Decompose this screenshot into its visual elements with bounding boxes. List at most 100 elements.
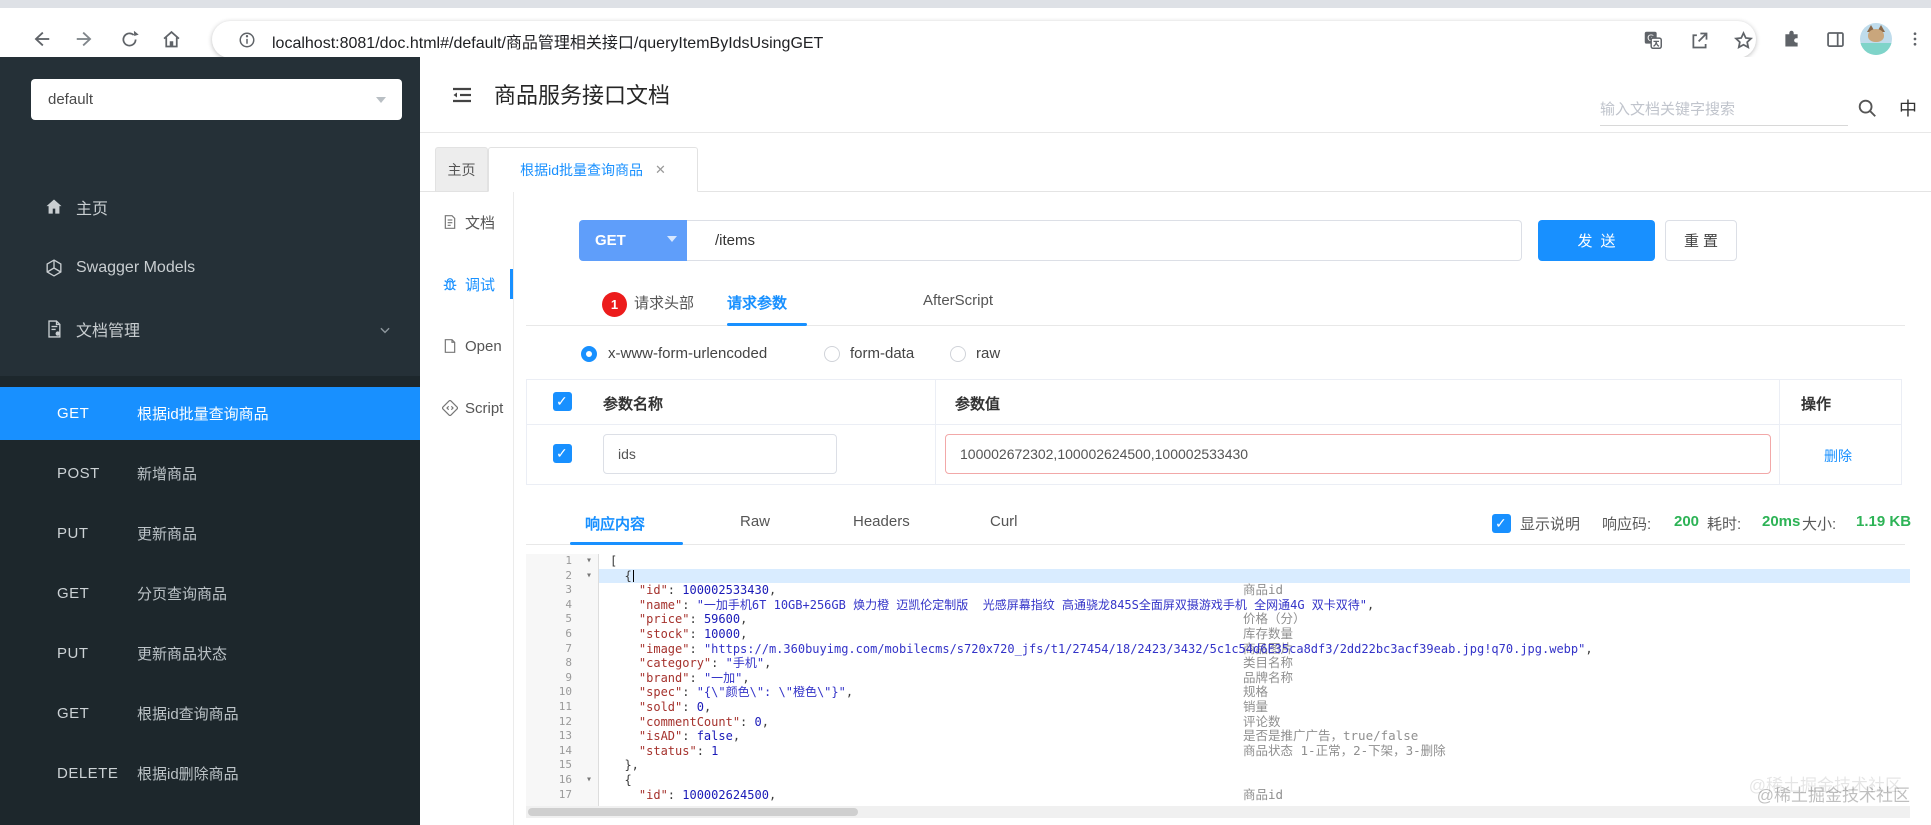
menu-fold-icon[interactable] <box>449 83 475 107</box>
doc-search-input[interactable]: 输入文档关键字搜索 <box>1600 95 1848 126</box>
tab-request-headers[interactable]: 请求头部 <box>634 292 694 313</box>
col-header-name: 参数名称 <box>603 396 664 413</box>
gutter-line-number: 12 <box>526 715 598 730</box>
search-icon[interactable] <box>1856 97 1878 119</box>
radio-x-www-form-urlencoded[interactable] <box>581 346 597 362</box>
share-icon[interactable] <box>1686 27 1712 53</box>
side-panel-icon[interactable] <box>1822 26 1848 52</box>
http-method-select[interactable]: GET <box>579 220 687 261</box>
avatar-art <box>1868 29 1884 42</box>
sidebar-api-item[interactable]: GET 分页查询商品 <box>0 567 420 620</box>
fold-arrow-icon[interactable]: ▾ <box>586 773 592 788</box>
sidebar-api-item[interactable]: PUT 更新商品状态 <box>0 627 420 680</box>
gutter-line-number[interactable]: 1 ▾ <box>526 554 598 569</box>
nav-item-open[interactable]: Open <box>420 327 513 365</box>
param-value-input[interactable]: 100002672302,100002624500,100002533430 <box>945 434 1771 474</box>
radio-label[interactable]: x-www-form-urlencoded <box>608 345 767 362</box>
line-number: 1 <box>565 554 572 567</box>
radio-label[interactable]: raw <box>976 345 1000 362</box>
gutter-line-number: 8 <box>526 656 598 671</box>
line-number: 6 <box>565 627 572 640</box>
tab-headers[interactable]: Headers <box>853 513 910 530</box>
bug-icon <box>442 276 458 292</box>
nav-item-doc[interactable]: 文档 <box>420 203 513 241</box>
radio-form-data[interactable] <box>824 346 840 362</box>
select-all-checkbox[interactable] <box>553 392 572 411</box>
bookmark-star-icon[interactable] <box>1730 27 1756 53</box>
back-icon[interactable] <box>28 26 54 52</box>
params-table: 参数名称 参数值 操作 ids 100002672302,10000262450… <box>526 379 1902 485</box>
line-number: 3 <box>565 583 572 597</box>
home-icon[interactable] <box>158 26 184 52</box>
gutter-line-number: 3 <box>526 583 598 598</box>
sidebar-api-item[interactable]: POST 新增商品 <box>0 447 420 500</box>
code-line: { <box>610 568 632 583</box>
radio-raw[interactable] <box>950 346 966 362</box>
url-text[interactable]: localhost:8081/doc.html#/default/商品管理相关接… <box>272 29 823 53</box>
row-checkbox[interactable] <box>553 444 572 463</box>
translate-icon[interactable]: G <box>1640 27 1666 53</box>
sidebar: default 主页 Swagger Models 文档管理 商品管理相关接口 … <box>0 57 420 825</box>
method-value: GET <box>595 232 626 249</box>
gutter-line-number: 17 <box>526 788 598 803</box>
param-name-input[interactable]: ids <box>603 434 837 474</box>
tab-response-content[interactable]: 响应内容 <box>585 513 645 534</box>
tab-afterscript[interactable]: AfterScript <box>923 292 993 309</box>
fold-arrow-icon[interactable]: ▾ <box>586 554 592 569</box>
site-info-icon[interactable] <box>234 27 260 53</box>
show-desc-checkbox[interactable] <box>1492 514 1511 533</box>
sidebar-item-doc-manage[interactable]: 文档管理 <box>0 306 420 352</box>
reset-button[interactable]: 重置 <box>1665 220 1737 261</box>
line-number: 7 <box>565 641 572 655</box>
forward-icon[interactable] <box>72 26 98 52</box>
nav-item-script[interactable]: Script <box>420 389 513 427</box>
line-number: 9 <box>565 670 572 684</box>
line-number: 12 <box>558 714 572 728</box>
send-button[interactable]: 发送 <box>1538 220 1655 261</box>
line-number: 13 <box>558 729 572 743</box>
line-number: 10 <box>558 685 572 699</box>
tab-query-items[interactable]: 根据id批量查询商品 ✕ <box>488 147 698 192</box>
api-label: 分页查询商品 <box>137 586 228 603</box>
tab-request-params[interactable]: 请求参数 <box>727 292 787 313</box>
chevron-down-icon <box>667 236 677 242</box>
code-line: }, <box>610 758 639 773</box>
sidebar-item-swagger-models[interactable]: Swagger Models <box>0 245 420 291</box>
scrollbar-thumb[interactable] <box>528 808 858 816</box>
gutter-line-number[interactable]: 2 ▾ <box>526 569 598 584</box>
show-desc-label[interactable]: 显示说明 <box>1520 513 1580 534</box>
close-icon[interactable]: ✕ <box>655 162 666 178</box>
response-json-editor[interactable]: 1 ▾ 2 ▾ 3 4 5 6 7 8 9 10 11 12 13 14 15 16 ▾ 17 商品id 价格（分） 库存… <box>526 554 1910 806</box>
tab-curl[interactable]: Curl <box>990 513 1018 530</box>
language-toggle[interactable]: 中 <box>1899 95 1917 121</box>
tab-raw[interactable]: Raw <box>740 513 770 530</box>
delete-param-link[interactable]: 删除 <box>1824 446 1852 466</box>
tab-home[interactable]: 主页 <box>435 147 488 192</box>
code-line: "stock": 10000, <box>610 627 748 641</box>
nav-item-debug[interactable]: 调试 <box>420 265 513 303</box>
api-label: 根据id删除商品 <box>137 766 239 783</box>
gutter-line-number[interactable]: 16 ▾ <box>526 773 598 788</box>
sidebar-api-item[interactable]: PUT 更新商品 <box>0 507 420 560</box>
sidebar-api-item[interactable]: DELETE 根据id删除商品 <box>0 747 420 800</box>
api-label: 新增商品 <box>137 466 198 483</box>
address-bar[interactable]: localhost:8081/doc.html#/default/商品管理相关接… <box>212 21 1756 58</box>
browser-menu-kebab-icon[interactable] <box>1902 26 1928 52</box>
nav-item-label: 文档 <box>465 214 496 232</box>
hexagon-model-icon <box>44 258 64 278</box>
sidebar-api-item[interactable]: GET 根据id查询商品 <box>0 687 420 740</box>
extensions-puzzle-icon[interactable] <box>1778 26 1804 52</box>
body-type-radios: x-www-form-urlencoded form-data raw <box>526 340 1905 370</box>
field-description: 是否是推广广告，true/false <box>1243 728 1419 744</box>
group-select[interactable]: default <box>31 79 402 120</box>
size-label: 大小: <box>1802 516 1837 533</box>
reload-icon[interactable] <box>116 26 142 52</box>
horizontal-scrollbar[interactable] <box>526 806 1910 818</box>
fold-arrow-icon[interactable]: ▾ <box>586 569 592 584</box>
file-icon <box>442 338 458 354</box>
sidebar-api-item[interactable]: GET 根据id批量查询商品 <box>0 387 420 440</box>
profile-avatar[interactable] <box>1860 23 1892 55</box>
radio-label[interactable]: form-data <box>850 345 914 362</box>
request-url-input[interactable]: /items <box>687 220 1522 261</box>
sidebar-item-home[interactable]: 主页 <box>0 184 420 230</box>
